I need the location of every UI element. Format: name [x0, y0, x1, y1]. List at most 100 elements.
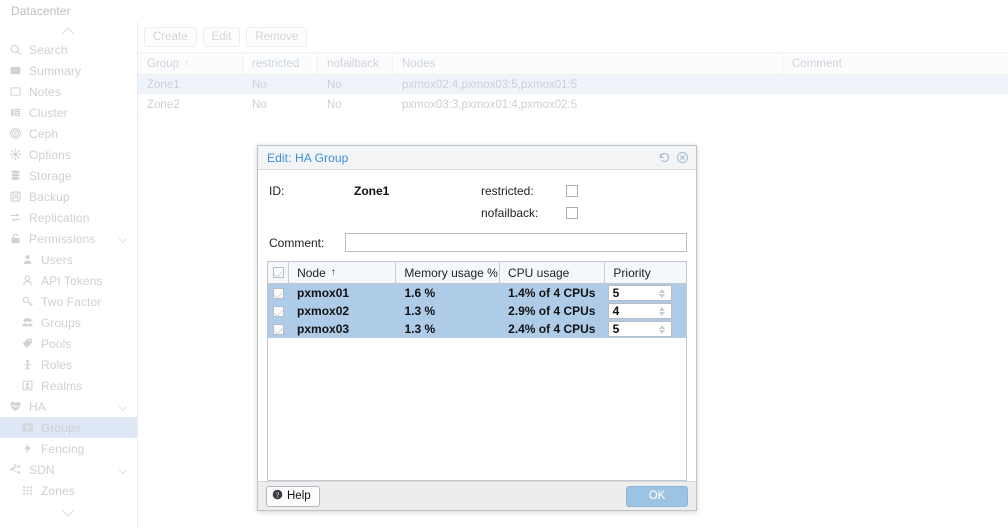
heart-icon [8, 400, 23, 414]
edit-ha-group-dialog: Edit: HA Group [257, 145, 697, 511]
sidebar-item-label: HA [29, 400, 46, 414]
cell-priority[interactable]: 4 [606, 303, 686, 319]
sidebar-scroll-down[interactable] [0, 501, 137, 521]
ok-button[interactable]: OK [626, 486, 688, 507]
sidebar-item-search[interactable]: Search [0, 39, 137, 60]
sidebar-item-label: Two Factor [41, 295, 101, 309]
sidebar-item-storage[interactable]: Storage [0, 165, 137, 186]
sidebar-item-pools-sub[interactable]: Pools [0, 333, 137, 354]
replication-icon [8, 211, 23, 225]
sidebar-item-label: Realms [41, 379, 82, 393]
stepper-arrows-icon[interactable] [656, 307, 669, 316]
column-header-node-label: Node [297, 266, 326, 280]
cell-nofailback: No [318, 79, 393, 91]
node-checkbox[interactable] [273, 288, 284, 299]
cell-priority[interactable]: 5 [606, 285, 686, 301]
sidebar-item-replication[interactable]: Replication [0, 207, 137, 228]
column-header-comment[interactable]: Comment [783, 53, 1003, 74]
sidebar-item-users-sub[interactable]: Users [0, 249, 137, 270]
chevron-down-icon[interactable] [120, 236, 129, 241]
sidebar-item-label: Options [29, 148, 71, 162]
storage-icon [8, 169, 23, 183]
sidebar-item-sdn[interactable]: SDN [0, 459, 137, 480]
sidebar-item-cluster[interactable]: Cluster [0, 102, 137, 123]
breadcrumb-datacenter[interactable]: Datacenter [11, 4, 71, 18]
node-select-cell[interactable] [268, 306, 289, 317]
role-icon [20, 358, 35, 372]
column-header-group-label: Group [147, 58, 179, 70]
dialog-title-bar: Edit: HA Group [258, 146, 696, 170]
sidebar-item-ha[interactable]: HA [0, 396, 137, 417]
priority-value: 5 [609, 286, 656, 300]
stepper-arrows-icon[interactable] [656, 325, 669, 334]
priority-stepper[interactable]: 4 [608, 303, 672, 319]
comment-input[interactable] [345, 233, 687, 252]
tag-icon [20, 337, 35, 351]
column-header-nodes[interactable]: Nodes [393, 53, 783, 74]
key-icon [20, 295, 35, 309]
node-row[interactable]: pxmox021.3 %2.9% of 4 CPUs4 [268, 302, 686, 320]
node-checkbox[interactable] [273, 324, 284, 335]
sidebar-item-groups-sub[interactable]: Groups [0, 417, 137, 438]
sidebar-item-summary[interactable]: Summary [0, 60, 137, 81]
sidebar-item-options[interactable]: Options [0, 144, 137, 165]
help-button[interactable]: ? Help [266, 486, 320, 507]
create-button[interactable]: Create [144, 27, 197, 47]
sidebar-nav-list: Search Summary Notes ClusterCeph Options Stor… [0, 39, 137, 501]
sidebar-item-zones-sub[interactable]: Zones [0, 480, 137, 501]
sidebar-item-backup[interactable]: Backup [0, 186, 137, 207]
sidebar-item-roles-sub[interactable]: Roles [0, 354, 137, 375]
realm-icon [20, 379, 35, 393]
table-row[interactable]: Zone2NoNopxmox03:3,pxmox01:4,pxmox02:5 [138, 95, 1008, 115]
cell-priority[interactable]: 5 [606, 321, 686, 337]
node-select-cell[interactable] [268, 288, 289, 299]
edit-button[interactable]: Edit [203, 27, 241, 47]
cell-node-name: pxmox01 [289, 286, 396, 300]
bolt-icon [20, 442, 35, 456]
node-row[interactable]: pxmox031.3 %2.4% of 4 CPUs5 [268, 320, 686, 338]
restore-icon[interactable] [658, 151, 671, 164]
nofailback-checkbox[interactable] [566, 207, 578, 219]
column-header-nofailback[interactable]: nofailback [318, 53, 393, 74]
sidebar-item-ceph[interactable]: Ceph [0, 123, 137, 144]
sidebar-item-label: Fencing [41, 442, 84, 456]
sidebar-item-fencing-sub[interactable]: Fencing [0, 438, 137, 459]
column-header-cpu-usage[interactable]: CPU usage [500, 262, 605, 283]
chevron-down-icon[interactable] [120, 467, 129, 472]
select-all-header-cell[interactable] [268, 262, 289, 283]
column-header-group[interactable]: Group ↑ [138, 53, 243, 74]
cell-group: Zone1 [138, 79, 243, 91]
sidebar-item-label: Permissions [29, 232, 95, 246]
comment-label: Comment: [269, 236, 345, 250]
chevron-down-icon[interactable] [120, 404, 129, 409]
stepper-arrows-icon[interactable] [656, 289, 669, 298]
node-row[interactable]: pxmox011.6 %1.4% of 4 CPUs5 [268, 284, 686, 302]
sidebar-item-notes[interactable]: Notes [0, 81, 137, 102]
priority-stepper[interactable]: 5 [608, 285, 672, 301]
column-header-priority[interactable]: Priority [605, 262, 686, 283]
restricted-label: restricted: [481, 184, 566, 198]
column-header-node[interactable]: Node ↑ [289, 262, 396, 283]
sidebar-scroll-up[interactable] [0, 22, 137, 39]
summary-icon [8, 64, 23, 78]
remove-button[interactable]: Remove [246, 27, 307, 47]
select-all-checkbox[interactable] [273, 267, 284, 278]
sidebar-item-two-factor-sub[interactable]: Two Factor [0, 291, 137, 312]
restricted-checkbox[interactable] [566, 185, 578, 197]
node-checkbox[interactable] [273, 306, 284, 317]
sidebar-item-permissions[interactable]: Permissions [0, 228, 137, 249]
sidebar-item-realms-sub[interactable]: Realms [0, 375, 137, 396]
column-header-restricted[interactable]: restricted [243, 53, 318, 74]
sidebar-item-label: Search [29, 43, 68, 57]
sidebar-item-api-tokens-sub[interactable]: API Tokens [0, 270, 137, 291]
priority-stepper[interactable]: 5 [608, 321, 672, 337]
node-selection-grid: Node ↑ Memory usage % CPU usage Priority… [267, 261, 687, 481]
sidebar-item-label: Notes [29, 85, 61, 99]
sidebar-item-groups-sub[interactable]: Groups [0, 312, 137, 333]
close-circle-icon[interactable] [676, 151, 689, 164]
table-row[interactable]: Zone1NoNopxmox02:4,pxmox03:5,pxmox01:5 [138, 75, 1008, 95]
node-select-cell[interactable] [268, 324, 289, 335]
column-header-memory-usage[interactable]: Memory usage % [396, 262, 500, 283]
id-label: ID: [269, 184, 354, 198]
sidebar: Search Summary Notes ClusterCeph Options Stor… [0, 22, 138, 528]
